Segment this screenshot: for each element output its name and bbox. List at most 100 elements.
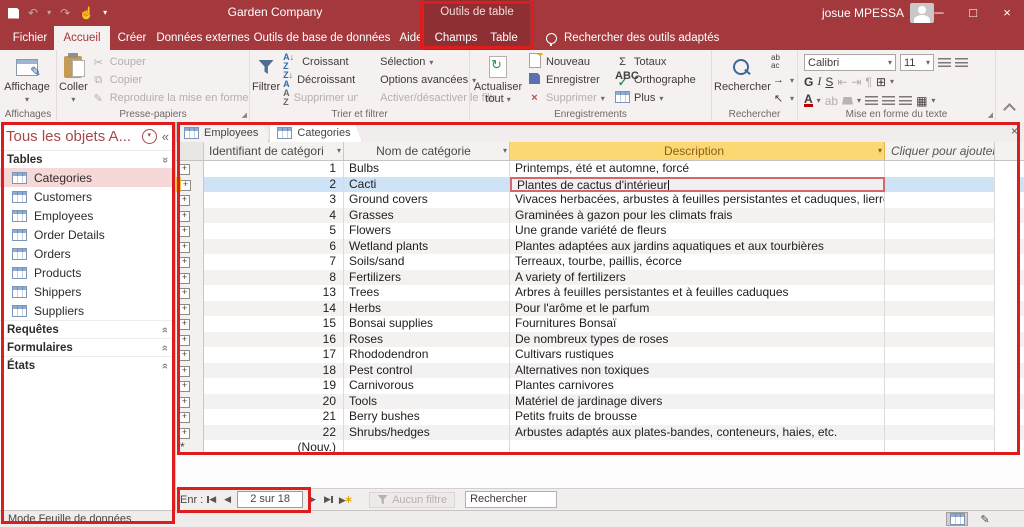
cell-id[interactable]: 14: [204, 300, 344, 316]
nav-item-table[interactable]: Products: [0, 263, 175, 282]
table-row[interactable]: +* 14 Herbs Pour l'arôme et le parfum: [176, 300, 1024, 316]
tab-accueil[interactable]: Accueil: [54, 26, 110, 50]
cell-description[interactable]: Plantes carnivores: [510, 378, 885, 394]
expand-plus-icon[interactable]: +: [179, 288, 190, 299]
select-button[interactable]: ↖ ▾: [768, 89, 797, 107]
cell-name[interactable]: Grasses: [344, 207, 510, 223]
cell-id[interactable]: 2: [204, 176, 344, 192]
expand-plus-icon[interactable]: +: [179, 334, 190, 346]
cell-description[interactable]: Plantes adaptées aux jardins aquatiques …: [510, 238, 885, 254]
next-record-icon[interactable]: ▶: [307, 494, 318, 505]
cell-add[interactable]: [885, 362, 995, 378]
tab-champs[interactable]: Champs: [430, 26, 482, 50]
expand-plus-icon[interactable]: +: [179, 427, 190, 439]
expand-plus-icon[interactable]: +: [179, 303, 190, 315]
cell-add[interactable]: [885, 223, 995, 239]
cell-description[interactable]: Fournitures Bonsaï: [510, 316, 885, 332]
nav-section-tables[interactable]: Tables»: [0, 150, 175, 168]
new-blank-record-icon[interactable]: ▶∗: [337, 493, 355, 506]
row-selector[interactable]: +*: [176, 254, 204, 270]
tab-table[interactable]: Table: [482, 26, 526, 50]
dialog-launcher-icon[interactable]: ◢: [242, 111, 247, 119]
nav-item-table[interactable]: Customers: [0, 187, 175, 206]
cell-add[interactable]: [885, 238, 995, 254]
account-name[interactable]: josue MPESSA: [822, 0, 904, 26]
table-row[interactable]: +* 2 Cacti Plantes de cactus d'intérieur: [176, 176, 1024, 192]
expand-plus-icon[interactable]: +: [179, 365, 190, 377]
column-header-add[interactable]: Cliquer pour ajouter▾: [885, 142, 995, 160]
select-all-corner[interactable]: [176, 142, 204, 160]
cell-add[interactable]: [885, 424, 995, 440]
nav-item-table[interactable]: Orders: [0, 244, 175, 263]
align-right-icon[interactable]: [899, 96, 913, 105]
cell-description[interactable]: Cultivars rustiques: [510, 347, 885, 363]
redo-icon[interactable]: ↷: [60, 7, 70, 19]
cell-description[interactable]: [510, 440, 885, 456]
nav-item-table[interactable]: Categories: [0, 168, 175, 187]
copy-button[interactable]: ⧉ Copier: [88, 71, 252, 89]
shutter-bar-icon[interactable]: «: [162, 129, 169, 144]
table-row[interactable]: +* 8 Fertilizers A variety of fertilizer…: [176, 269, 1024, 285]
cell-id[interactable]: 19: [204, 378, 344, 394]
table-row[interactable]: +* 1 Bulbs Printemps, été et automne, fo…: [176, 161, 1024, 177]
close-button[interactable]: ×: [990, 0, 1024, 26]
indent-right-icon[interactable]: ⇥: [851, 75, 861, 89]
cell-add[interactable]: [885, 347, 995, 363]
cell-id[interactable]: 15: [204, 316, 344, 332]
goto-button[interactable]: → ▾: [768, 71, 797, 89]
find-button[interactable]: Rechercher: [714, 53, 771, 107]
font-name-select[interactable]: Calibri ▾: [804, 54, 896, 71]
cell-description[interactable]: Printemps, été et automne, forcé: [510, 161, 885, 177]
cell-add[interactable]: [885, 300, 995, 316]
table-row[interactable]: +* 22 Shrubs/hedges Arbustes adaptés aux…: [176, 424, 1024, 440]
table-row[interactable]: +* 16 Roses De nombreux types de roses: [176, 331, 1024, 347]
cell-id[interactable]: 16: [204, 331, 344, 347]
cell-description[interactable]: Graminées à gazon pour les climats frais: [510, 207, 885, 223]
qat-customize-icon[interactable]: ▾: [103, 9, 107, 17]
underline-button[interactable]: S: [825, 75, 833, 89]
cell-add[interactable]: [885, 192, 995, 208]
expand-plus-icon[interactable]: +: [179, 412, 190, 423]
table-row[interactable]: +* 6 Wetland plants Plantes adaptées aux…: [176, 238, 1024, 254]
cell-id[interactable]: 22: [204, 424, 344, 440]
row-selector[interactable]: +*: [176, 300, 204, 316]
cell-name[interactable]: Cacti: [344, 176, 510, 192]
minimize-button[interactable]: ─: [922, 0, 956, 26]
cell-description[interactable]: Alternatives non toxiques: [510, 362, 885, 378]
no-filter-button[interactable]: Aucun filtre: [369, 491, 456, 508]
clear-sort-button[interactable]: AZSupprimer un tri: [280, 89, 358, 107]
cell-description[interactable]: A variety of fertilizers: [510, 269, 885, 285]
sort-desc-button[interactable]: Z↓ A Décroissant: [280, 71, 358, 89]
nav-menu-icon[interactable]: ▾: [141, 128, 157, 144]
new-record-button[interactable]: Nouveau: [524, 53, 612, 71]
spelling-button[interactable]: ABC ✓ Orthographe: [612, 71, 708, 89]
tab-aide[interactable]: Aide: [392, 26, 430, 50]
row-selector[interactable]: +*: [176, 331, 204, 347]
cell-description[interactable]: De nombreux types de roses: [510, 331, 885, 347]
cell-id[interactable]: 13: [204, 285, 344, 301]
nav-item-table[interactable]: Shippers: [0, 282, 175, 301]
cell-name[interactable]: Trees: [344, 285, 510, 301]
cell-add[interactable]: [885, 207, 995, 223]
design-view-button[interactable]: ✎: [974, 512, 996, 526]
cell-name[interactable]: Rhododendron: [344, 347, 510, 363]
save-record-button[interactable]: Enregistrer: [524, 71, 612, 89]
row-selector[interactable]: +*: [176, 440, 204, 456]
cell-id[interactable]: 20: [204, 393, 344, 409]
cell-id[interactable]: 4: [204, 207, 344, 223]
cell-description[interactable]: Matériel de jardinage divers: [510, 393, 885, 409]
row-selector[interactable]: +*: [176, 176, 204, 192]
table-row[interactable]: +* (Nouv.): [176, 440, 1024, 456]
delete-record-button[interactable]: × Supprimer ▾: [524, 89, 612, 107]
cell-name[interactable]: Flowers: [344, 223, 510, 239]
table-row[interactable]: +* 15 Bonsai supplies Fournitures Bonsaï: [176, 316, 1024, 332]
nav-item-table[interactable]: Employees: [0, 206, 175, 225]
row-selector[interactable]: +*: [176, 316, 204, 332]
cell-name[interactable]: Berry bushes: [344, 409, 510, 425]
doc-tab-categories[interactable]: Categories: [269, 122, 361, 142]
row-selector[interactable]: +*: [176, 362, 204, 378]
expand-plus-icon[interactable]: +: [179, 272, 190, 284]
tab-fichier[interactable]: Fichier: [6, 26, 54, 50]
cell-add[interactable]: [885, 378, 995, 394]
row-selector[interactable]: +*: [176, 269, 204, 285]
